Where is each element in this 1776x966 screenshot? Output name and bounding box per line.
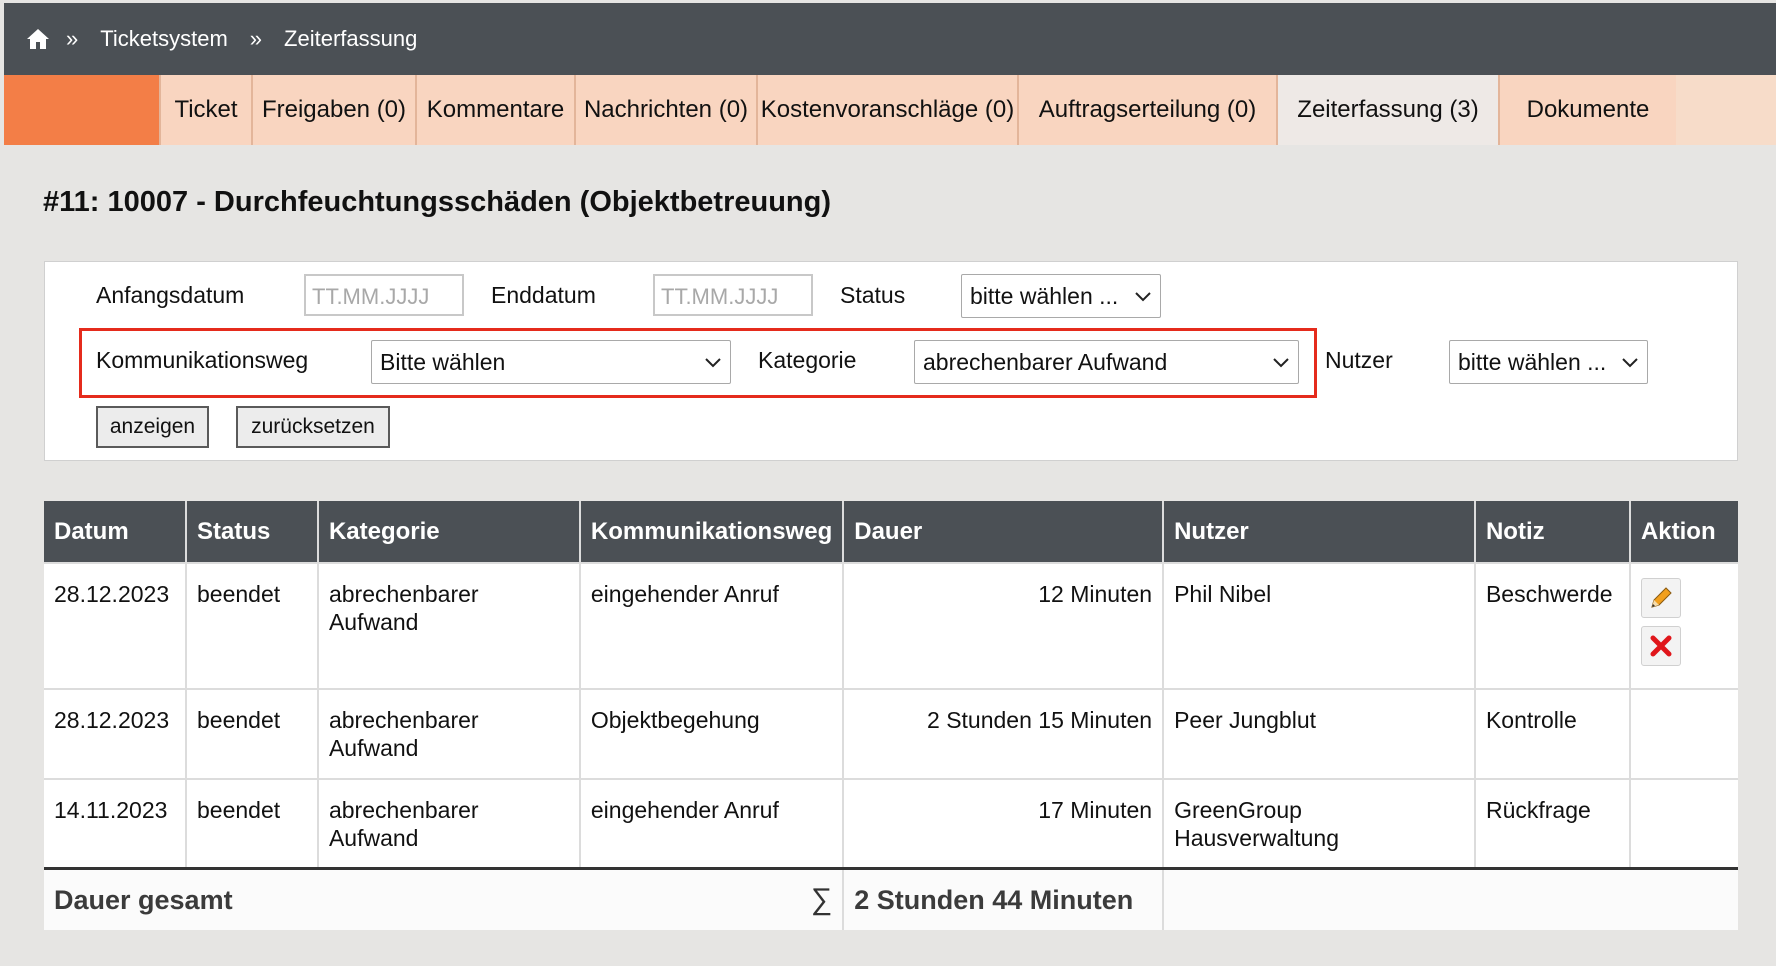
col-header-duration[interactable]: Dauer (843, 501, 1165, 563)
tab-dokumente[interactable]: Dokumente (1498, 75, 1676, 145)
tab-bar: Ticket Freigaben (0) Kommentare Nachrich… (4, 75, 1776, 145)
sum-icon: ∑ (810, 882, 833, 916)
delete-button[interactable] (1640, 626, 1681, 666)
breadcrumb-separator: » (66, 26, 79, 51)
table-row: 14.11.2023 beendet abrechenbarer Aufwand… (44, 778, 1738, 868)
col-header-channel[interactable]: Kommunikationsweg (579, 501, 845, 563)
user-select-value: bitte wählen ... (1458, 349, 1607, 375)
cell-user: Phil Nibel (1163, 562, 1476, 689)
cell-channel: eingehender Anruf (579, 778, 845, 868)
close-icon (1650, 635, 1672, 657)
pencil-icon (1651, 587, 1672, 608)
cell-note: Beschwerde (1474, 562, 1631, 689)
tab-ticket[interactable]: Ticket (159, 75, 251, 145)
tab-kostenvoranschlaege[interactable]: Kostenvoranschläge (0) (756, 75, 1017, 145)
home-icon[interactable] (26, 28, 50, 50)
start-date-input[interactable]: TT.MM.JJJJ (304, 274, 464, 316)
cell-status: beendet (185, 778, 319, 868)
table-footer-row: Dauer gesamt ∑ 2 Stunden 44 Minuten (44, 866, 1738, 930)
chevron-down-icon (1135, 292, 1151, 302)
footer-total-duration: 2 Stunden 44 Minuten (843, 866, 1165, 930)
cell-status: beendet (185, 688, 319, 779)
status-select[interactable]: bitte wählen ... (961, 274, 1161, 318)
footer-total-cell: Dauer gesamt ∑ (44, 866, 845, 930)
cell-note: Rückfrage (1474, 778, 1631, 868)
cell-duration: 12 Minuten (843, 562, 1165, 689)
start-date-label: Anfangsdatum (96, 282, 245, 308)
cell-date: 28.12.2023 (44, 562, 187, 689)
table-header-row: Datum Status Kategorie Kommunikationsweg… (44, 501, 1738, 563)
end-date-label: Enddatum (491, 282, 596, 308)
col-header-action: Aktion (1629, 501, 1738, 563)
cell-status: beendet (185, 562, 319, 689)
cell-category: abrechenbarer Aufwand (317, 688, 581, 779)
tab-zeiterfassung[interactable]: Zeiterfassung (3) (1276, 75, 1498, 145)
cell-actions (1629, 688, 1738, 779)
tab-nachrichten[interactable]: Nachrichten (0) (574, 75, 756, 145)
col-header-status[interactable]: Status (185, 501, 319, 563)
cell-user: Peer Jungblut (1163, 688, 1476, 779)
breadcrumb-ticketsystem[interactable]: Ticketsystem (100, 26, 228, 52)
col-header-category[interactable]: Kategorie (317, 501, 581, 563)
breadcrumb-bar: » Ticketsystem » Zeiterfassung (4, 3, 1776, 75)
col-header-date[interactable]: Datum (44, 501, 187, 563)
table-row: 28.12.2023 beendet abrechenbarer Aufwand… (44, 562, 1738, 689)
time-entries-table: Datum Status Kategorie Kommunikationsweg… (44, 501, 1738, 930)
cell-note: Kontrolle (1474, 688, 1631, 779)
cell-user: GreenGroup Hausverwaltung (1163, 778, 1476, 868)
tab-auftragserteilung[interactable]: Auftragserteilung (0) (1017, 75, 1276, 145)
cell-category: abrechenbarer Aufwand (317, 778, 581, 868)
cell-channel: eingehender Anruf (579, 562, 845, 689)
reset-button[interactable]: zurücksetzen (236, 406, 390, 448)
footer-label: Dauer gesamt (54, 884, 233, 915)
table-row: 28.12.2023 beendet abrechenbarer Aufwand… (44, 688, 1738, 779)
page-title: #11: 10007 - Durchfeuchtungsschäden (Obj… (43, 186, 832, 218)
tab-freigaben[interactable]: Freigaben (0) (251, 75, 415, 145)
status-label: Status (840, 282, 906, 308)
status-select-value: bitte wählen ... (970, 283, 1119, 309)
cell-channel: Objektbegehung (579, 688, 845, 779)
chevron-down-icon (1622, 358, 1638, 368)
cell-actions (1629, 778, 1738, 868)
col-header-note[interactable]: Notiz (1474, 501, 1631, 563)
col-header-user[interactable]: Nutzer (1163, 501, 1476, 563)
cell-date: 14.11.2023 (44, 778, 187, 868)
tab-kommentare[interactable]: Kommentare (415, 75, 574, 145)
cell-duration: 17 Minuten (843, 778, 1165, 868)
show-button[interactable]: anzeigen (96, 406, 209, 448)
user-select[interactable]: bitte wählen ... (1449, 340, 1648, 384)
breadcrumb-zeiterfassung[interactable]: Zeiterfassung (284, 26, 417, 52)
breadcrumb-separator: » (249, 26, 263, 51)
user-label: Nutzer (1325, 347, 1393, 373)
footer-empty (1163, 866, 1738, 930)
highlight-frame (79, 328, 1317, 398)
end-date-input[interactable]: TT.MM.JJJJ (653, 274, 813, 316)
cell-duration: 2 Stunden 15 Minuten (843, 688, 1165, 779)
cell-date: 28.12.2023 (44, 688, 187, 779)
edit-button[interactable] (1640, 578, 1681, 618)
tab-bar-accent (4, 75, 159, 145)
cell-category: abrechenbarer Aufwand (317, 562, 581, 689)
cell-actions (1629, 562, 1738, 689)
